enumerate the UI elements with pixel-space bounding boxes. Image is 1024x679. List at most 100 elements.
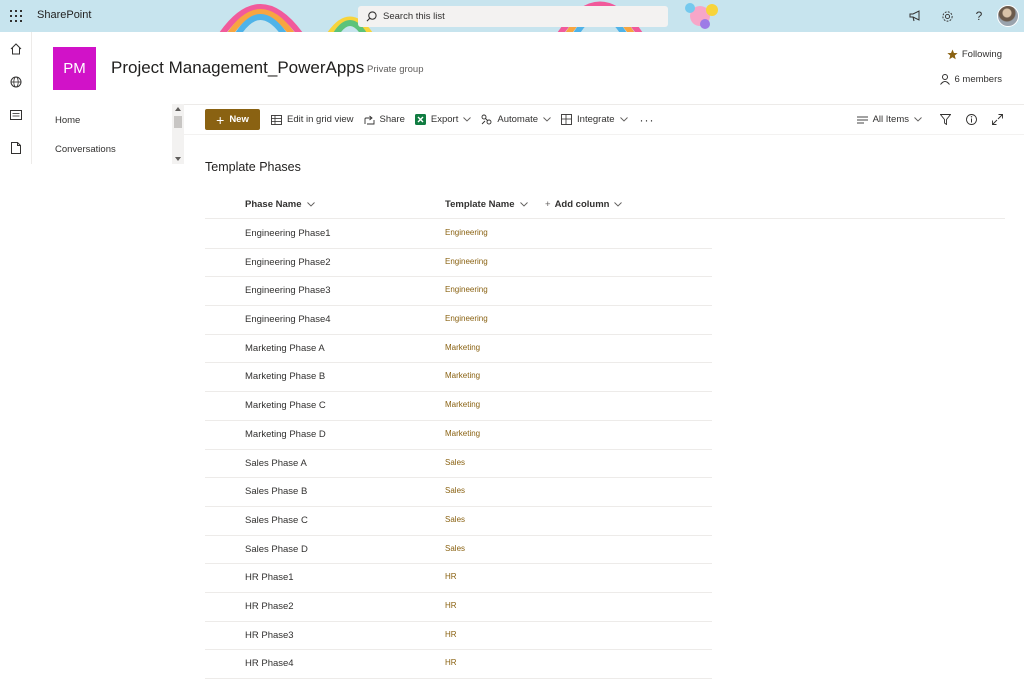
share-label: Share — [379, 114, 405, 125]
phase-name-cell[interactable]: Sales Phase B — [245, 486, 307, 497]
table-row[interactable]: Sales Phase B Sales — [205, 478, 712, 507]
megaphone-icon — [909, 10, 919, 22]
column-headers: Phase Name Template Name + Add column — [205, 192, 1005, 219]
phase-name-cell[interactable]: Engineering Phase4 — [245, 314, 331, 325]
app-rail — [0, 32, 32, 164]
expand-button[interactable] — [984, 114, 1010, 125]
site-title[interactable]: Project Management_PowerApps — [111, 58, 364, 78]
chevron-down-icon — [543, 117, 551, 122]
info-button[interactable] — [958, 114, 984, 125]
table-row[interactable]: HR Phase1 HR — [205, 564, 712, 593]
left-nav-scrollbar[interactable] — [172, 104, 184, 164]
table-row[interactable]: HR Phase4 HR — [205, 650, 712, 679]
settings-button[interactable] — [931, 0, 963, 32]
filter-button[interactable] — [932, 114, 958, 125]
add-column-button[interactable]: + Add column — [545, 199, 623, 210]
site-logo[interactable]: PM — [53, 47, 96, 90]
template-name-cell[interactable]: Marketing — [445, 343, 480, 352]
waffle-icon — [10, 10, 22, 22]
help-button[interactable]: ? — [963, 0, 995, 32]
template-name-cell[interactable]: Marketing — [445, 371, 480, 380]
table-row[interactable]: HR Phase2 HR — [205, 593, 712, 622]
template-name-cell[interactable]: Sales — [445, 486, 465, 495]
scroll-thumb[interactable] — [174, 116, 182, 128]
scroll-up-arrow-icon[interactable] — [175, 107, 181, 111]
list-lines-icon — [856, 116, 868, 123]
rail-news-button[interactable] — [0, 98, 32, 131]
export-button[interactable]: Export — [414, 114, 472, 125]
template-name-cell[interactable]: Engineering — [445, 314, 488, 323]
nav-item-conversations[interactable]: Conversations — [55, 144, 116, 155]
app-name[interactable]: SharePoint — [37, 9, 91, 21]
view-label: All Items — [872, 114, 909, 125]
table-row[interactable]: HR Phase3 HR — [205, 622, 712, 651]
integrate-button[interactable]: Integrate — [561, 114, 628, 125]
chevron-down-icon — [306, 202, 315, 207]
phase-name-cell[interactable]: Sales Phase C — [245, 515, 308, 526]
rail-sites-button[interactable] — [0, 65, 32, 98]
share-button[interactable]: Share — [364, 114, 405, 125]
column-header-label: Template Name — [445, 199, 515, 210]
scroll-down-arrow-icon[interactable] — [175, 157, 181, 161]
template-name-cell[interactable]: Marketing — [445, 400, 480, 409]
command-bar: + New Edit in grid view Share Export Aut… — [205, 108, 655, 131]
table-row[interactable]: Marketing Phase A Marketing — [205, 335, 712, 364]
suite-actions: ? — [899, 0, 1024, 32]
more-actions-ellipsis-icon[interactable]: ··· — [640, 113, 655, 127]
template-name-cell[interactable]: HR — [445, 630, 457, 639]
following-button[interactable]: Following — [947, 49, 1002, 60]
automate-button[interactable]: Automate — [481, 114, 551, 125]
table-row[interactable]: Marketing Phase C Marketing — [205, 392, 712, 421]
table-row[interactable]: Marketing Phase D Marketing — [205, 421, 712, 450]
table-row[interactable]: Engineering Phase2 Engineering — [205, 249, 712, 278]
phase-name-cell[interactable]: HR Phase4 — [245, 658, 294, 669]
phase-name-cell[interactable]: Marketing Phase D — [245, 429, 326, 440]
star-icon — [947, 49, 958, 60]
nav-item-home[interactable]: Home — [55, 115, 80, 126]
template-name-cell[interactable]: Engineering — [445, 228, 488, 237]
phase-name-cell[interactable]: Engineering Phase2 — [245, 257, 331, 268]
table-row[interactable]: Marketing Phase B Marketing — [205, 363, 712, 393]
avatar[interactable] — [997, 5, 1019, 27]
rail-home-button[interactable] — [0, 32, 32, 65]
phase-name-cell[interactable]: Marketing Phase C — [245, 400, 326, 411]
notifications-button[interactable] — [899, 0, 931, 32]
search-box[interactable]: Search this list — [358, 6, 668, 27]
phase-name-cell[interactable]: HR Phase2 — [245, 601, 294, 612]
table-row[interactable]: Sales Phase C Sales — [205, 507, 712, 536]
phase-name-cell[interactable]: Sales Phase D — [245, 544, 308, 555]
table-row[interactable]: Sales Phase A Sales — [205, 450, 712, 479]
phase-name-cell[interactable]: Engineering Phase1 — [245, 228, 331, 239]
new-button[interactable]: + New — [205, 109, 260, 130]
template-name-cell[interactable]: Marketing — [445, 429, 480, 438]
share-icon — [364, 115, 374, 124]
template-name-cell[interactable]: HR — [445, 601, 457, 610]
view-switcher-button[interactable]: All Items — [856, 114, 922, 125]
members-button[interactable]: 6 members — [940, 74, 1002, 85]
template-name-cell[interactable]: Engineering — [445, 257, 488, 266]
template-name-cell[interactable]: Sales — [445, 515, 465, 524]
rail-files-button[interactable] — [0, 131, 32, 164]
app-launcher-button[interactable] — [0, 0, 32, 32]
chevron-down-icon — [519, 202, 528, 207]
table-row[interactable]: Engineering Phase1 Engineering — [205, 220, 712, 249]
template-name-cell[interactable]: Sales — [445, 458, 465, 467]
table-row[interactable]: Sales Phase D Sales — [205, 536, 712, 565]
table-row[interactable]: Engineering Phase3 Engineering — [205, 277, 712, 307]
column-header-phase-name[interactable]: Phase Name — [245, 199, 315, 210]
template-name-cell[interactable]: HR — [445, 572, 457, 581]
phase-name-cell[interactable]: HR Phase3 — [245, 630, 294, 641]
phase-name-cell[interactable]: Engineering Phase3 — [245, 285, 331, 296]
template-name-cell[interactable]: Sales — [445, 544, 465, 553]
column-header-template-name[interactable]: Template Name — [445, 199, 528, 210]
phase-name-cell[interactable]: HR Phase1 — [245, 572, 294, 583]
phase-name-cell[interactable]: Marketing Phase B — [245, 371, 325, 382]
search-icon — [366, 11, 377, 22]
template-name-cell[interactable]: HR — [445, 658, 457, 667]
template-name-cell[interactable]: Engineering — [445, 285, 488, 294]
edit-grid-view-button[interactable]: Edit in grid view — [271, 114, 354, 125]
phase-name-cell[interactable]: Marketing Phase A — [245, 343, 325, 354]
add-column-label: Add column — [554, 199, 610, 210]
table-row[interactable]: Engineering Phase4 Engineering — [205, 306, 712, 335]
phase-name-cell[interactable]: Sales Phase A — [245, 458, 307, 469]
